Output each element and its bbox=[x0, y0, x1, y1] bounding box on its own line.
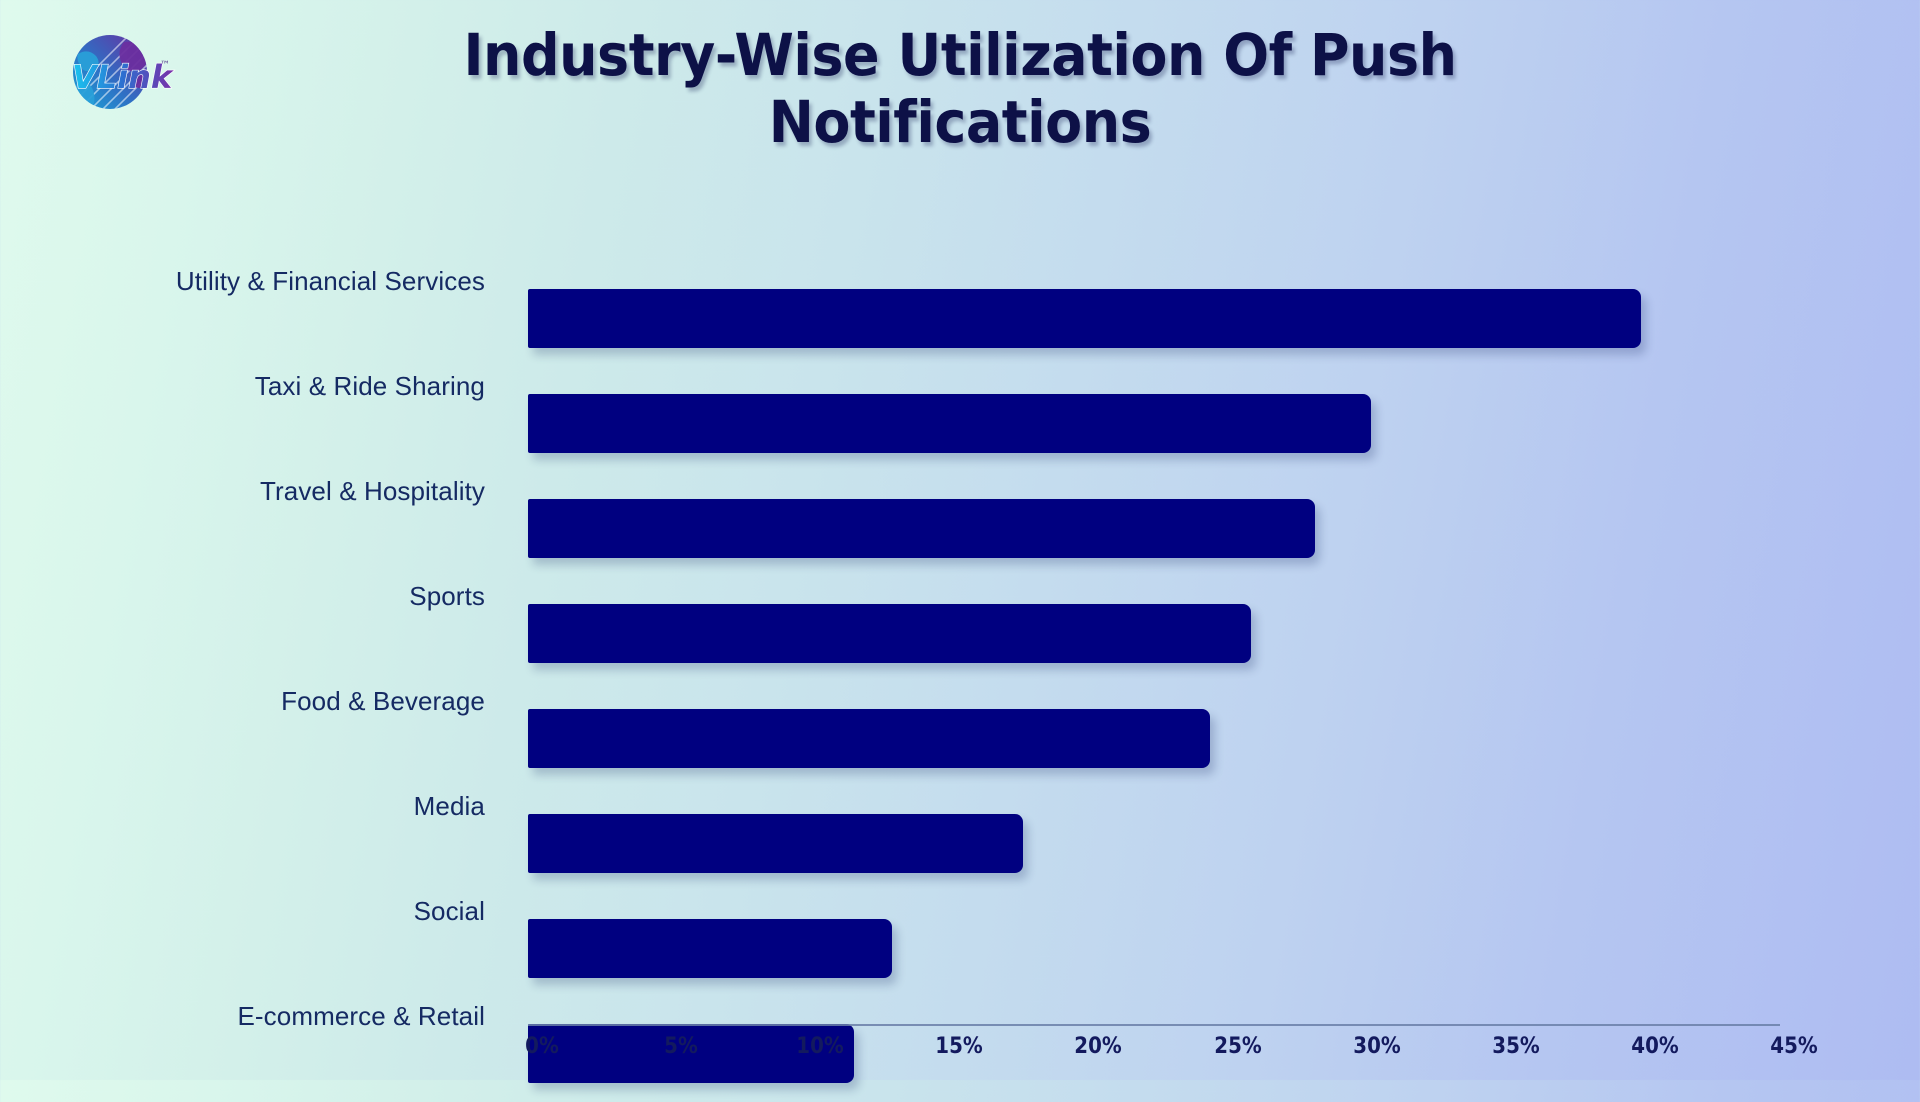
bar-track bbox=[528, 499, 1828, 558]
bar-track bbox=[528, 709, 1828, 768]
bar-rows: Utility & Financial Services Taxi & Ride … bbox=[0, 262, 1920, 1102]
bar-track bbox=[528, 814, 1828, 873]
x-axis-line bbox=[528, 1024, 1780, 1026]
bar-row: Media bbox=[0, 787, 1920, 892]
bar-track bbox=[528, 289, 1828, 348]
bar[interactable] bbox=[528, 289, 1641, 348]
bar[interactable] bbox=[528, 919, 893, 978]
category-label: Taxi & Ride Sharing bbox=[254, 371, 485, 401]
x-tick-label: 25% bbox=[1213, 1034, 1262, 1059]
bar-row: Social bbox=[0, 892, 1920, 997]
x-tick-label: 15% bbox=[935, 1034, 984, 1059]
bar-track bbox=[528, 604, 1828, 663]
bar[interactable] bbox=[528, 604, 1252, 663]
x-tick-label: 35% bbox=[1492, 1034, 1540, 1059]
chart-canvas: VLink ™ Industry-Wise Utilization Of Pus… bbox=[0, 0, 1920, 1083]
bar[interactable] bbox=[528, 709, 1210, 768]
category-label: Utility & Financial Services bbox=[175, 266, 485, 296]
vlink-logo-text: VLink bbox=[72, 58, 174, 96]
bar[interactable] bbox=[528, 814, 1024, 873]
x-tick-label: 40% bbox=[1631, 1034, 1679, 1059]
bar-row: Travel & Hospitality bbox=[0, 472, 1920, 577]
x-tick-label: 20% bbox=[1074, 1034, 1123, 1059]
bar-track bbox=[528, 394, 1828, 453]
bar-row: Sports bbox=[0, 577, 1920, 682]
bar-chart: Utility & Financial Services Taxi & Ride … bbox=[0, 262, 1920, 1083]
x-tick-label: 10% bbox=[796, 1034, 844, 1059]
bar-track bbox=[528, 919, 1828, 978]
bar[interactable] bbox=[528, 499, 1316, 558]
category-label: Sports bbox=[409, 581, 485, 611]
bar-row: Taxi & Ride Sharing bbox=[0, 367, 1920, 472]
x-tick-label: 45% bbox=[1770, 1034, 1818, 1059]
vlink-logo: VLink ™ bbox=[42, 28, 178, 116]
x-axis-ticks: 0% 5% 10% 15% 20% 25% 30% 35% 40% 45% bbox=[0, 1034, 1920, 1074]
x-tick-label: 30% bbox=[1352, 1034, 1401, 1059]
category-label: Social bbox=[413, 896, 485, 926]
x-tick-label: 0% bbox=[525, 1034, 559, 1059]
category-label: E-commerce & Retail bbox=[237, 1001, 485, 1031]
x-tick-label: 5% bbox=[664, 1034, 698, 1059]
chart-title: Industry-Wise Utilization Of Push Notifi… bbox=[463, 21, 1457, 156]
bar-row: Food & Beverage bbox=[0, 682, 1920, 787]
bar[interactable] bbox=[528, 394, 1371, 453]
bar-row: Utility & Financial Services bbox=[0, 262, 1920, 367]
category-label: Travel & Hospitality bbox=[260, 476, 485, 506]
trademark-mark: ™ bbox=[160, 60, 170, 71]
category-label: Media bbox=[413, 791, 485, 821]
category-label: Food & Beverage bbox=[281, 686, 485, 716]
